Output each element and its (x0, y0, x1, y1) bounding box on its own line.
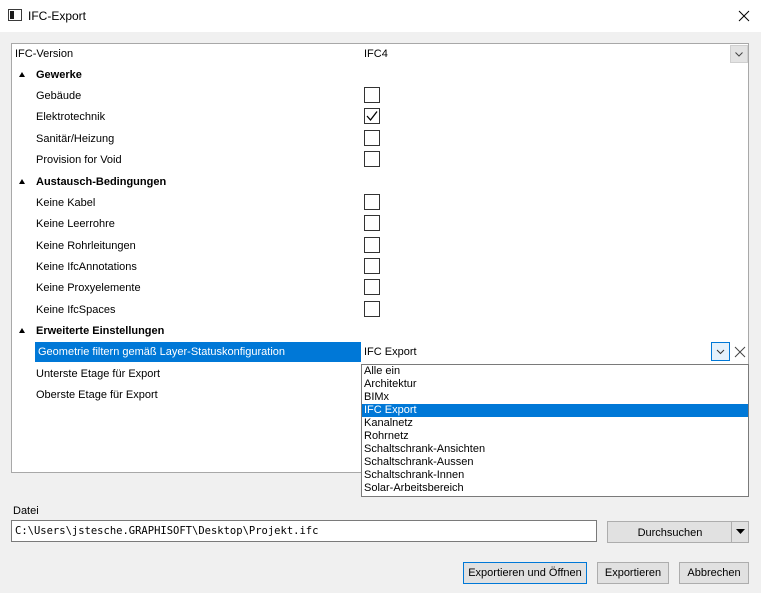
file-label: Datei (13, 505, 39, 517)
elektrotechnik-checkbox[interactable] (364, 108, 380, 124)
option-row: Keine Proxyelemente (12, 278, 748, 298)
keine-ifcannotations-checkbox[interactable] (364, 258, 380, 274)
dropdown-option[interactable]: Architektur (362, 378, 748, 391)
ifc-version-label: IFC-Version (15, 48, 74, 60)
option-row: Elektrotechnik (12, 107, 748, 127)
dropdown-option[interactable]: Alle ein (362, 365, 748, 378)
section-gewerke[interactable]: Gewerke (12, 65, 748, 85)
close-icon[interactable] (734, 6, 754, 26)
option-label: Keine IfcAnnotations (36, 261, 137, 273)
collapse-triangle-icon[interactable] (19, 328, 25, 333)
collapse-triangle-icon[interactable] (19, 72, 25, 77)
file-path-input[interactable]: C:\Users\jstesche.GRAPHISOFT\Desktop\Pro… (11, 520, 597, 542)
option-label: Keine IfcSpaces (36, 304, 116, 316)
option-label: Keine Kabel (36, 197, 96, 209)
export-and-open-button[interactable]: Exportieren und Öffnen (463, 562, 587, 584)
option-row: Keine Leerrohre (12, 214, 748, 234)
sanitaer-heizung-checkbox[interactable] (364, 130, 380, 146)
cancel-button[interactable]: Abbrechen (679, 562, 749, 584)
option-label: Gebäude (36, 90, 82, 102)
export-button[interactable]: Exportieren (597, 562, 669, 584)
option-label: Geometrie filtern gemäß Layer-Statuskonf… (38, 346, 286, 358)
option-label: Keine Rohrleitungen (36, 240, 136, 252)
section-title: Gewerke (36, 69, 82, 81)
dropdown-option[interactable]: Kanalnetz (362, 417, 748, 430)
option-label: Keine Leerrohre (36, 218, 115, 230)
option-row: Keine Kabel (12, 193, 748, 213)
keine-rohrleitungen-checkbox[interactable] (364, 237, 380, 253)
checkmark-icon (366, 111, 378, 122)
keine-kabel-checkbox[interactable] (364, 194, 380, 210)
dropdown-option[interactable]: Rohrnetz (362, 430, 748, 443)
option-label: Oberste Etage für Export (36, 389, 158, 401)
option-label: Provision for Void (36, 154, 122, 166)
browse-button[interactable]: Durchsuchen (607, 521, 749, 543)
geometry-filter-label-selected[interactable]: Geometrie filtern gemäß Layer-Statuskonf… (35, 342, 361, 362)
ifc-version-dropdown-button[interactable] (730, 45, 748, 63)
window-title: IFC-Export (28, 9, 87, 23)
ifc-version-row[interactable]: IFC-Version IFC4 (12, 44, 748, 64)
dropdown-option[interactable]: BIMx (362, 391, 748, 404)
option-row: Gebäude (12, 86, 748, 106)
gebaeude-checkbox[interactable] (364, 87, 380, 103)
option-label: Keine Proxyelemente (36, 282, 141, 294)
option-row: Sanitär/Heizung (12, 129, 748, 149)
dropdown-option[interactable]: Solar-Arbeitsbereich (362, 482, 748, 495)
section-title: Austausch-Bedingungen (36, 176, 167, 188)
collapse-triangle-icon[interactable] (19, 179, 25, 184)
geometry-filter-value[interactable]: IFC Export (364, 342, 417, 362)
app-icon (8, 9, 22, 21)
option-label: Elektrotechnik (36, 111, 106, 123)
dropdown-option[interactable]: Schaltschrank-Ansichten (362, 443, 748, 456)
section-erweiterte-einstellungen[interactable]: Erweiterte Einstellungen (12, 321, 748, 341)
option-label: Unterste Etage für Export (36, 368, 161, 380)
dropdown-option[interactable]: Schaltschrank-Innen (362, 469, 748, 482)
option-row: Provision for Void (12, 150, 748, 170)
browse-label: Durchsuchen (637, 527, 703, 539)
geometry-filter-row[interactable]: Geometrie filtern gemäß Layer-Statuskonf… (12, 342, 748, 362)
section-title: Erweiterte Einstellungen (36, 325, 165, 337)
keine-proxyelemente-checkbox[interactable] (364, 279, 380, 295)
chevron-down-icon (716, 349, 725, 355)
keine-leerrohre-checkbox[interactable] (364, 215, 380, 231)
layer-dropdown-list: Alle ein Architektur BIMx IFC Export Kan… (361, 364, 749, 497)
option-row: Keine IfcSpaces (12, 300, 748, 320)
option-row: Keine Rohrleitungen (12, 236, 748, 256)
clear-x-icon[interactable] (733, 345, 747, 359)
chevron-down-icon (736, 529, 745, 534)
ifc-version-value: IFC4 (364, 48, 388, 60)
chevron-down-icon (735, 52, 743, 57)
browse-split-dropdown[interactable] (731, 521, 749, 543)
title-bar: IFC-Export (0, 0, 761, 32)
provision-for-void-checkbox[interactable] (364, 151, 380, 167)
dropdown-option-selected[interactable]: IFC Export (362, 404, 748, 417)
dropdown-option[interactable]: Schaltschrank-Aussen (362, 456, 748, 469)
keine-ifcspaces-checkbox[interactable] (364, 301, 380, 317)
option-label: Sanitär/Heizung (36, 133, 115, 145)
option-row: Keine IfcAnnotations (12, 257, 748, 277)
geometry-filter-dropdown-button[interactable] (711, 342, 730, 361)
file-path-value: C:\Users\jstesche.GRAPHISOFT\Desktop\Pro… (15, 525, 319, 537)
section-austausch-bedingungen[interactable]: Austausch-Bedingungen (12, 172, 748, 192)
